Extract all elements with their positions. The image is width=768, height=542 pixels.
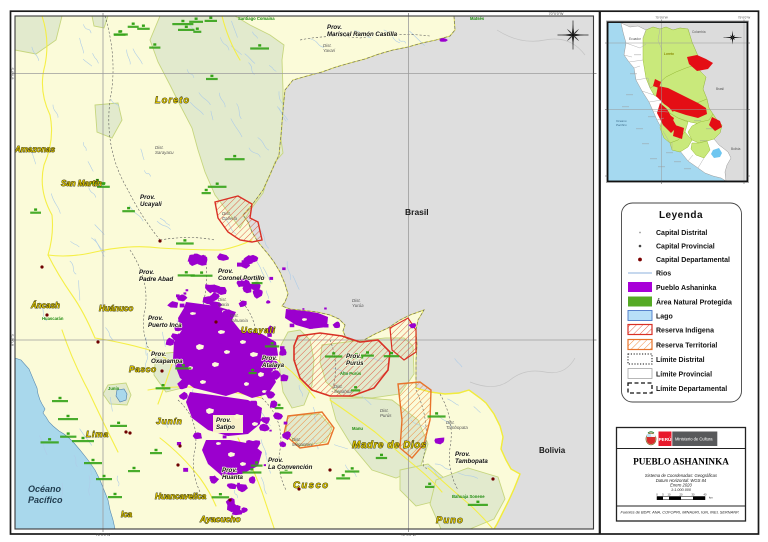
svg-text:Prov.: Prov. xyxy=(148,315,163,322)
svg-text:Cusco: Cusco xyxy=(293,480,330,491)
svg-text:Pasco: Pasco xyxy=(129,364,157,374)
svg-text:Madre de Dios: Madre de Dios xyxy=(352,440,427,451)
svg-text:Oxapampa: Oxapampa xyxy=(151,358,183,365)
svg-text:Santiago Comaina: Santiago Comaina xyxy=(238,16,275,21)
svg-text:Límite Departamental: Límite Departamental xyxy=(656,386,727,393)
svg-text:Puerto Inca: Puerto Inca xyxy=(148,322,182,329)
svg-text:Prov.: Prov. xyxy=(139,269,154,276)
svg-text:Yavari: Yavari xyxy=(323,48,336,53)
svg-text:PERÚ: PERÚ xyxy=(659,436,672,442)
svg-text:Junín: Junín xyxy=(156,416,183,426)
svg-text:70°0'0"W: 70°0'0"W xyxy=(549,12,564,16)
svg-text:Puno: Puno xyxy=(436,515,464,526)
svg-text:Pacífico: Pacífico xyxy=(28,495,63,505)
svg-text:75°0'0"W: 75°0'0"W xyxy=(655,16,668,20)
svg-text:Prov.: Prov. xyxy=(140,194,155,201)
svg-text:Lago: Lago xyxy=(656,314,673,321)
svg-text:Purús: Purús xyxy=(346,360,364,367)
svg-text:Áncash: Áncash xyxy=(30,301,60,310)
svg-text:Límite Distrital: Límite Distrital xyxy=(656,357,705,364)
svg-text:Sepahua: Sepahua xyxy=(334,389,352,394)
svg-text:Prov.: Prov. xyxy=(262,355,277,362)
svg-text:Huancavelica: Huancavelica xyxy=(155,492,207,501)
svg-text:Alto Purús: Alto Purús xyxy=(340,371,362,376)
svg-text:Leyenda: Leyenda xyxy=(659,210,703,221)
svg-text:Purús: Purús xyxy=(380,413,392,418)
svg-text:Ecuador: Ecuador xyxy=(629,37,642,41)
svg-text:La Convención: La Convención xyxy=(268,464,313,471)
svg-text:Brasil: Brasil xyxy=(716,87,724,91)
svg-text:Loreto: Loreto xyxy=(155,95,190,105)
svg-text:Amazonas: Amazonas xyxy=(14,145,56,154)
svg-text:Satipo: Satipo xyxy=(216,424,235,431)
svg-text:75°0'0"W: 75°0'0"W xyxy=(738,16,751,20)
svg-text:Bolivia: Bolivia xyxy=(539,446,566,455)
svg-text:Capital Distrital: Capital Distrital xyxy=(656,230,707,237)
svg-text:Huánuco: Huánuco xyxy=(99,304,133,313)
svg-text:Bolivia: Bolivia xyxy=(731,147,741,151)
svg-text:Pueblo Ashaninka: Pueblo Ashaninka xyxy=(656,285,717,292)
svg-text:Océano: Océano xyxy=(28,484,62,494)
svg-text:Prov.: Prov. xyxy=(268,457,283,464)
svg-text:Iparia: Iparia xyxy=(218,302,230,307)
svg-text:Mariscal Ramón Castilla: Mariscal Ramón Castilla xyxy=(327,31,398,38)
svg-text:Reserva Indigena: Reserva Indigena xyxy=(656,328,714,335)
svg-text:Atalaya: Atalaya xyxy=(261,362,285,369)
svg-text:Padre Abad: Padre Abad xyxy=(139,276,173,283)
svg-text:Reserva Territorial: Reserva Territorial xyxy=(656,343,717,350)
svg-text:Junín: Junín xyxy=(108,386,120,391)
svg-text:Prov.: Prov. xyxy=(216,417,231,424)
svg-text:Callería: Callería xyxy=(222,216,238,221)
svg-text:Prov.: Prov. xyxy=(151,351,166,358)
svg-text:Tambopata: Tambopata xyxy=(455,458,488,465)
svg-text:Prov.: Prov. xyxy=(455,451,470,458)
svg-text:Manu: Manu xyxy=(352,426,363,431)
svg-text:Prov.: Prov. xyxy=(218,268,233,275)
svg-text:Ayacucho: Ayacucho xyxy=(199,514,241,524)
svg-text:Huascarán: Huascarán xyxy=(42,316,64,321)
svg-text:Límite Provincial: Límite Provincial xyxy=(656,372,712,379)
svg-text:Colombia: Colombia xyxy=(692,30,706,34)
svg-text:Bahuaja Sonene: Bahuaja Sonene xyxy=(452,494,485,499)
svg-text:8°0'0"S: 8°0'0"S xyxy=(11,67,15,79)
svg-text:Coronel Portillo: Coronel Portillo xyxy=(218,275,265,282)
svg-text:Capital Departamental: Capital Departamental xyxy=(656,257,730,264)
svg-text:Capital Provincial: Capital Provincial xyxy=(656,244,715,251)
svg-text:Matsés: Matsés xyxy=(470,16,485,21)
svg-text:Rios: Rios xyxy=(656,271,671,278)
svg-text:Ministerio de Cultura: Ministerio de Cultura xyxy=(675,437,713,442)
svg-text:Prov.: Prov. xyxy=(222,467,237,474)
svg-text:Brasil: Brasil xyxy=(405,207,429,217)
svg-text:Loreto: Loreto xyxy=(664,52,674,56)
svg-text:Huanta: Huanta xyxy=(222,474,244,481)
svg-text:76°0'0"W: 76°0'0"W xyxy=(96,533,111,537)
svg-text:Tambopata: Tambopata xyxy=(446,425,468,430)
svg-text:72°0'0"W: 72°0'0"W xyxy=(401,533,416,537)
svg-text:Ucayali: Ucayali xyxy=(241,326,276,335)
svg-text:Tahuania: Tahuania xyxy=(230,318,248,323)
svg-text:Pacífico: Pacífico xyxy=(616,123,627,127)
svg-text:Megantoni: Megantoni xyxy=(292,442,314,447)
svg-text:Sarayacu: Sarayacu xyxy=(155,150,174,155)
svg-text:Ica: Ica xyxy=(121,510,133,519)
svg-text:Fuentes de BDPI: ANA, COFOPRI,: Fuentes de BDPI: ANA, COFOPRI, MINAGRI, … xyxy=(621,510,740,515)
svg-text:Prov.: Prov. xyxy=(346,353,361,360)
svg-text:Ucayali: Ucayali xyxy=(140,201,162,208)
svg-text:8°0'0"S: 8°0'0"S xyxy=(11,334,15,346)
svg-text:San Martín: San Martín xyxy=(61,179,102,188)
svg-text:Lima: Lima xyxy=(86,429,109,439)
svg-text:Enero 2020: Enero 2020 xyxy=(670,483,692,488)
svg-text:1:1.000.000: 1:1.000.000 xyxy=(671,488,692,492)
svg-text:Área Natural Protegida: Área Natural Protegida xyxy=(656,298,732,307)
svg-text:PUEBLO ASHANINKA: PUEBLO ASHANINKA xyxy=(633,457,729,467)
svg-text:Yurúa: Yurúa xyxy=(352,303,364,308)
